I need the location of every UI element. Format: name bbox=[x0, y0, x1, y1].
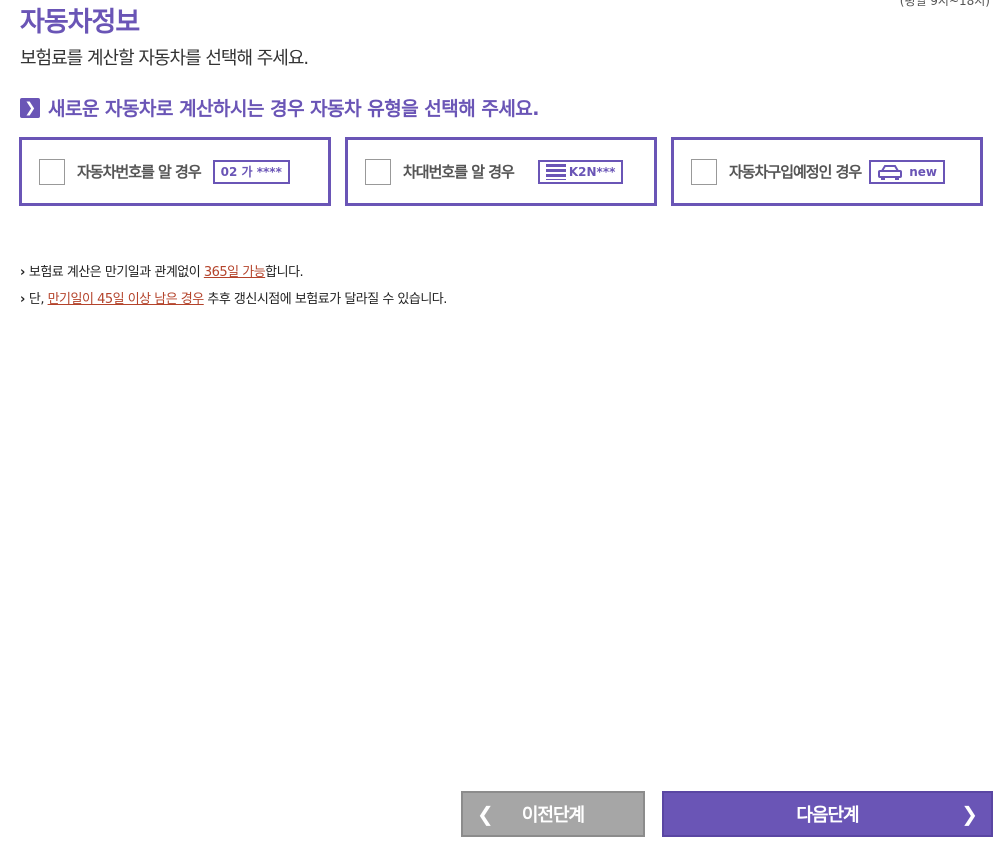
vin-badge: K2N*** bbox=[537, 159, 624, 184]
option-vin[interactable]: 차대번호를 알 경우 K2N*** bbox=[345, 137, 657, 206]
top-note: (평일 9시~18시) bbox=[899, 0, 990, 8]
note-highlight: 365일 가능 bbox=[203, 265, 266, 280]
car-icon bbox=[877, 164, 903, 180]
next-step-label: 다음단계 bbox=[796, 805, 859, 826]
license-plate-badge: 02 가 **** bbox=[212, 159, 290, 184]
section-heading: ❯ 새로운 자동차로 계산하시는 경우 자동차 유형을 선택해 주세요. bbox=[20, 94, 540, 121]
option-label: 자동차번호를 알 경우 bbox=[77, 163, 202, 181]
note-text: 합니다. bbox=[265, 265, 304, 280]
badge-text: new bbox=[909, 164, 938, 179]
page-subtitle: 보험료를 계산할 자동차를 선택해 주세요. bbox=[20, 48, 309, 69]
option-car-number[interactable]: 자동차번호를 알 경우 02 가 **** bbox=[19, 137, 331, 206]
note-marker: › bbox=[20, 265, 25, 280]
badge-text: K2N*** bbox=[568, 164, 616, 179]
next-step-button[interactable]: 다음단계 ❯ bbox=[662, 791, 993, 837]
section-heading-text: 새로운 자동차로 계산하시는 경우 자동차 유형을 선택해 주세요. bbox=[48, 98, 540, 120]
checkbox-planned-purchase[interactable] bbox=[691, 158, 717, 185]
checkbox-vin[interactable] bbox=[365, 158, 391, 185]
new-car-badge: new bbox=[869, 159, 946, 184]
info-notes: › 보험료 계산은 만기일과 관계없이 365일 가능합니다. › 단, 만기일이 … bbox=[20, 259, 447, 313]
note-item: › 단, 만기일이 45일 이상 남은 경우 추후 갱신시점에 보험료가 달라질 … bbox=[20, 286, 447, 313]
option-planned-purchase[interactable]: 자동차구입예정인 경우 new bbox=[671, 137, 983, 206]
barcode-icon bbox=[545, 163, 566, 180]
chevron-right-icon: ❯ bbox=[961, 802, 978, 826]
vehicle-type-options: 자동차번호를 알 경우 02 가 **** 차대번호를 알 경우 K2N*** … bbox=[19, 137, 983, 206]
option-label: 자동차구입예정인 경우 bbox=[729, 163, 862, 181]
option-label: 차대번호를 알 경우 bbox=[403, 163, 515, 181]
note-marker: › bbox=[20, 292, 25, 307]
note-text: 추후 갱신시점에 보험료가 달라질 수 있습니다. bbox=[203, 292, 447, 307]
note-item: › 보험료 계산은 만기일과 관계없이 365일 가능합니다. bbox=[20, 259, 447, 286]
prev-step-button[interactable]: ❮ 이전단계 bbox=[461, 791, 645, 837]
badge-text: 02 가 **** bbox=[220, 165, 282, 179]
page-title: 자동차정보 bbox=[20, 7, 140, 38]
checkbox-car-number[interactable] bbox=[39, 158, 65, 185]
note-text: 단, bbox=[28, 292, 48, 307]
chevron-right-icon: ❯ bbox=[20, 97, 40, 118]
prev-step-label: 이전단계 bbox=[521, 805, 585, 826]
note-highlight: 만기일이 45일 이상 남은 경우 bbox=[47, 292, 205, 307]
chevron-left-icon: ❮ bbox=[477, 802, 494, 826]
note-text: 보험료 계산은 만기일과 관계없이 bbox=[28, 265, 204, 280]
